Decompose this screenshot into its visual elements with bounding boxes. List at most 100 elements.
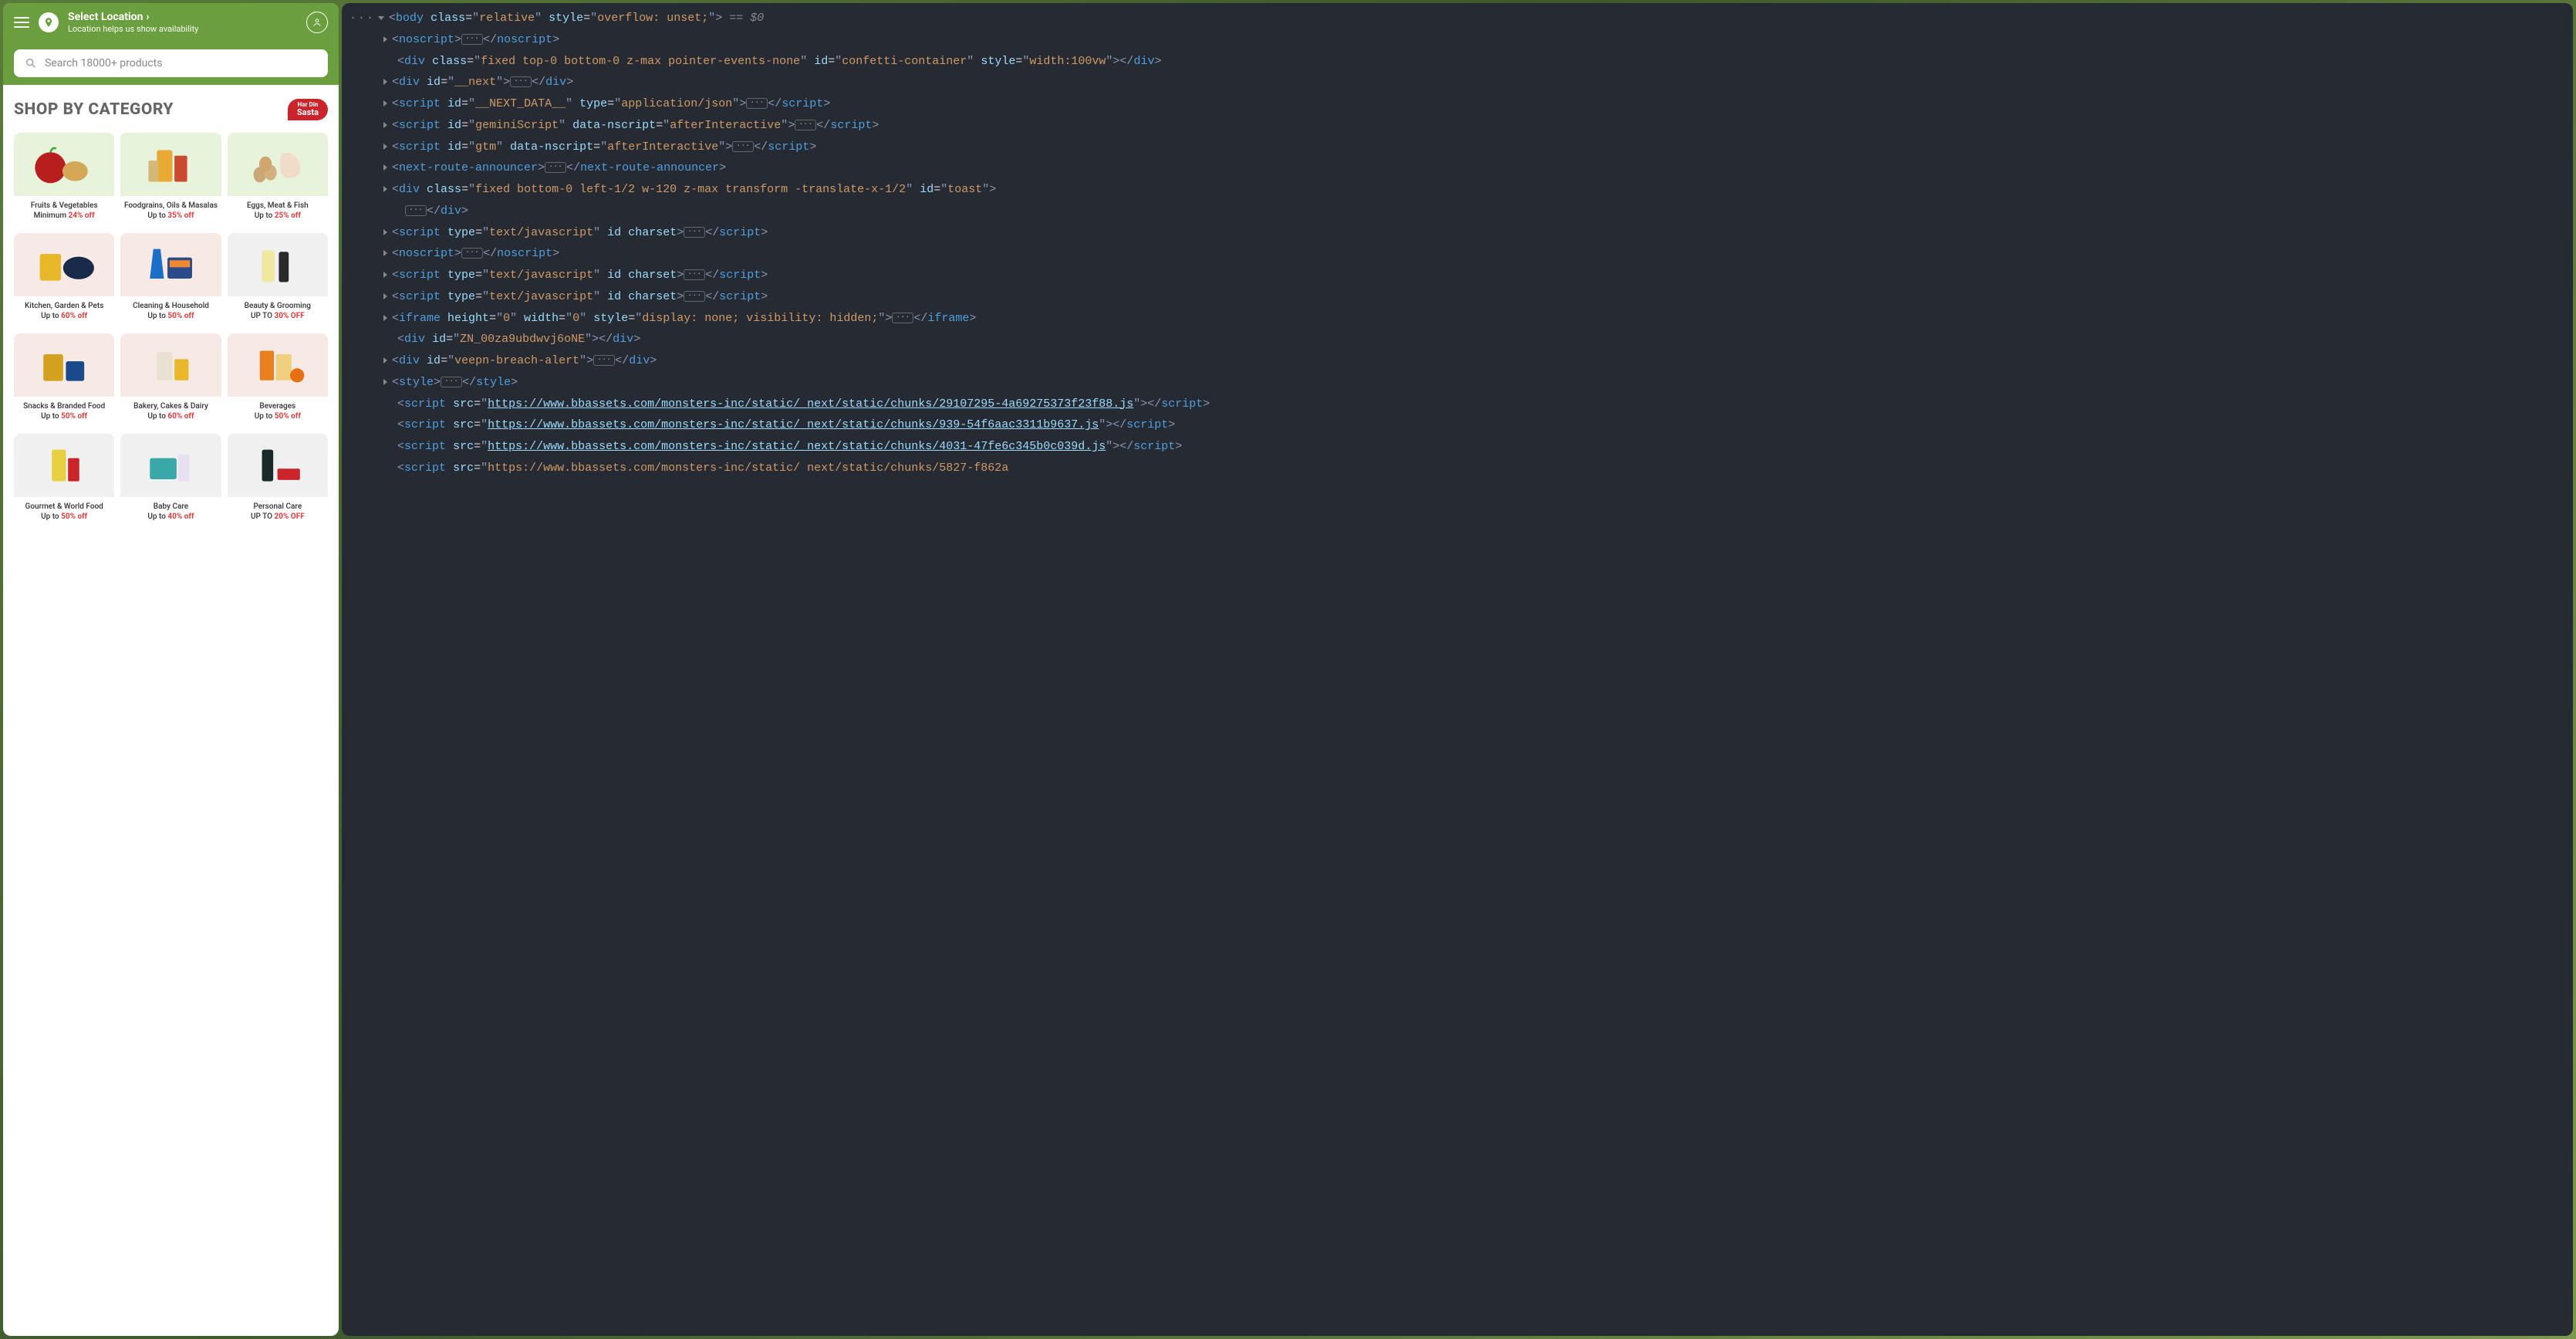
dom-node[interactable]: <style>···</style> [349, 372, 2565, 394]
search-wrap: Search 18000+ products [3, 42, 339, 85]
category-name: Fruits & Vegetables [15, 201, 113, 211]
category-label: Baby CareUp to 40% off [120, 497, 221, 528]
dom-node[interactable]: <next-route-announcer>···</next-route-an… [349, 157, 2565, 179]
dom-node[interactable]: <div class="fixed bottom-0 left-1/2 w-12… [349, 179, 2565, 201]
category-label: Fruits & VegetablesMinimum 24% off [14, 196, 114, 227]
category-name: Cleaning & Household [122, 301, 219, 311]
category-offer: Up to 50% off [229, 411, 326, 421]
category-card[interactable]: Bakery, Cakes & DairyUp to 60% off [120, 333, 221, 428]
category-offer: Up to 50% off [122, 311, 219, 321]
dom-node[interactable]: <script type="text/javascript" id charse… [349, 286, 2565, 308]
category-offer: Minimum 24% off [15, 211, 113, 221]
dom-node[interactable]: <script type="text/javascript" id charse… [349, 265, 2565, 286]
dom-node[interactable]: <div id="veepn-breach-alert">···</div> [349, 350, 2565, 372]
category-offer: Up to 40% off [122, 512, 219, 522]
category-image [14, 133, 114, 196]
category-label: Kitchen, Garden & PetsUp to 60% off [14, 296, 114, 327]
category-image [228, 133, 328, 196]
category-name: Personal Care [229, 502, 326, 512]
category-card[interactable]: Fruits & VegetablesMinimum 24% off [14, 133, 114, 227]
category-card[interactable]: Foodgrains, Oils & MasalasUp to 35% off [120, 133, 221, 227]
dom-node[interactable]: <script id="geminiScript" data-nscript="… [349, 115, 2565, 137]
location-pin-icon[interactable] [39, 12, 59, 32]
category-label: Gourmet & World FoodUp to 50% off [14, 497, 114, 528]
category-name: Foodgrains, Oils & Masalas [122, 201, 219, 211]
category-label: Beauty & GroomingUP TO 30% OFF [228, 296, 328, 327]
hardin-sasta-badge: Har Din Sasta [288, 99, 328, 120]
category-image [14, 233, 114, 296]
dom-node[interactable]: <script src="https://www.bbassets.com/mo… [349, 436, 2565, 458]
dom-node[interactable]: <script src="https://www.bbassets.com/mo… [349, 414, 2565, 436]
dom-node[interactable]: <noscript>···</noscript> [349, 243, 2565, 265]
dom-node[interactable]: <div id="ZN_00za9ubdwvj6oNE"></div> [349, 329, 2565, 350]
category-name: Eggs, Meat & Fish [229, 201, 326, 211]
dom-node[interactable]: <iframe height="0" width="0" style="disp… [349, 308, 2565, 330]
menu-icon[interactable] [14, 17, 29, 28]
category-offer: UP TO 30% OFF [229, 311, 326, 321]
category-card[interactable]: Personal CareUP TO 20% OFF [228, 434, 328, 528]
location-selector[interactable]: Select Location › Location helps us show… [68, 11, 297, 34]
category-name: Bakery, Cakes & Dairy [122, 401, 219, 411]
category-offer: Up to 50% off [15, 512, 113, 522]
category-card[interactable]: Beauty & GroomingUP TO 30% OFF [228, 233, 328, 327]
section-header: SHOP BY CATEGORY Har Din Sasta [14, 99, 328, 120]
category-label: Foodgrains, Oils & MasalasUp to 35% off [120, 196, 221, 227]
category-offer: UP TO 20% OFF [229, 512, 326, 522]
category-image [120, 434, 221, 497]
category-card[interactable]: Kitchen, Garden & PetsUp to 60% off [14, 233, 114, 327]
category-label: Cleaning & HouseholdUp to 50% off [120, 296, 221, 327]
search-placeholder: Search 18000+ products [45, 57, 162, 69]
dom-node[interactable]: <noscript>···</noscript> [349, 29, 2565, 51]
chevron-right-icon: › [146, 11, 149, 24]
location-subtitle: Location helps us show availability [68, 24, 297, 34]
category-name: Baby Care [122, 502, 219, 512]
category-name: Beverages [229, 401, 326, 411]
category-label: BeveragesUp to 50% off [228, 397, 328, 428]
dom-node[interactable]: <div class="fixed top-0 bottom-0 z-max p… [349, 51, 2565, 73]
dom-node[interactable]: <script id="__NEXT_DATA__" type="applica… [349, 93, 2565, 115]
location-title: Select Location [68, 11, 143, 24]
category-offer: Up to 60% off [15, 311, 113, 321]
category-card[interactable]: Snacks & Branded FoodUp to 50% off [14, 333, 114, 428]
category-label: Snacks & Branded FoodUp to 50% off [14, 397, 114, 428]
category-name: Snacks & Branded Food [15, 401, 113, 411]
app-header: Select Location › Location helps us show… [3, 3, 339, 42]
category-label: Bakery, Cakes & DairyUp to 60% off [120, 397, 221, 428]
section-title: SHOP BY CATEGORY [14, 100, 174, 119]
search-icon [25, 57, 37, 69]
category-card[interactable]: BeveragesUp to 50% off [228, 333, 328, 428]
dom-node[interactable]: <script type="text/javascript" id charse… [349, 222, 2565, 244]
dom-node[interactable]: ···</div> [349, 201, 2565, 222]
category-offer: Up to 50% off [15, 411, 113, 421]
category-grid: Fruits & VegetablesMinimum 24% offFoodgr… [14, 133, 328, 528]
dom-node[interactable]: <script src="https://www.bbassets.com/mo… [349, 394, 2565, 415]
category-image [120, 333, 221, 397]
dom-node[interactable]: <script src="https://www.bbassets.com/mo… [349, 458, 2565, 479]
category-image [120, 233, 221, 296]
category-image [228, 333, 328, 397]
category-image [14, 434, 114, 497]
category-offer: Up to 35% off [122, 211, 219, 221]
category-card[interactable]: Eggs, Meat & FishUp to 25% off [228, 133, 328, 227]
category-image [228, 434, 328, 497]
category-label: Eggs, Meat & FishUp to 25% off [228, 196, 328, 227]
category-offer: Up to 25% off [229, 211, 326, 221]
dom-tree[interactable]: ···<body class="relative" style="overflo… [349, 8, 2565, 479]
dom-node[interactable]: <script id="gtm" data-nscript="afterInte… [349, 137, 2565, 158]
category-name: Kitchen, Garden & Pets [15, 301, 113, 311]
content-area[interactable]: SHOP BY CATEGORY Har Din Sasta Fruits & … [3, 85, 339, 1336]
category-card[interactable]: Cleaning & HouseholdUp to 50% off [120, 233, 221, 327]
profile-icon[interactable] [306, 12, 328, 33]
devtools-elements-panel[interactable]: ···<body class="relative" style="overflo… [342, 3, 2573, 1336]
category-image [120, 133, 221, 196]
search-input[interactable]: Search 18000+ products [14, 49, 328, 77]
dom-node[interactable]: ···<body class="relative" style="overflo… [349, 8, 2565, 29]
dom-node[interactable]: <div id="__next">···</div> [349, 72, 2565, 93]
category-card[interactable]: Baby CareUp to 40% off [120, 434, 221, 528]
category-name: Beauty & Grooming [229, 301, 326, 311]
category-label: Personal CareUP TO 20% OFF [228, 497, 328, 528]
category-image [14, 333, 114, 397]
category-name: Gourmet & World Food [15, 502, 113, 512]
category-card[interactable]: Gourmet & World FoodUp to 50% off [14, 434, 114, 528]
app-panel: Select Location › Location helps us show… [3, 3, 339, 1336]
